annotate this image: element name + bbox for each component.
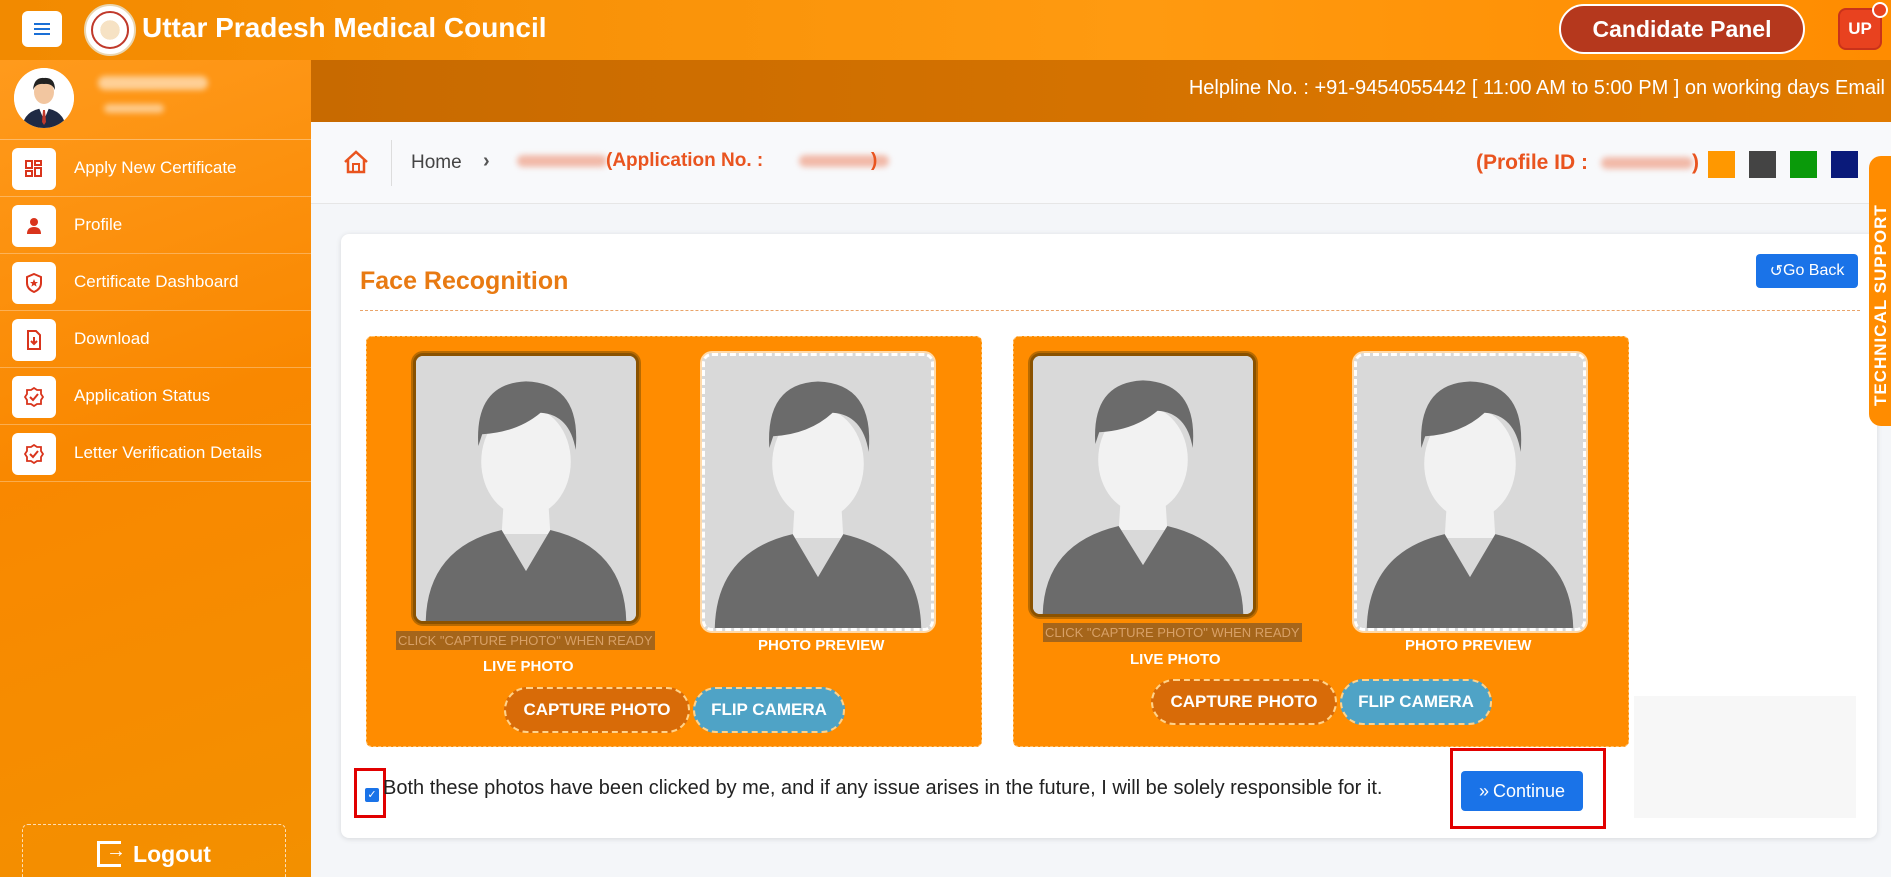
sidebar-item-apply-new-certificate[interactable]: Apply New Certificate — [0, 140, 311, 197]
theme-swatch-navy[interactable] — [1831, 151, 1858, 178]
theme-swatch-orange[interactable] — [1708, 151, 1735, 178]
council-logo — [84, 4, 136, 56]
profile-id-redacted — [1601, 157, 1693, 169]
person-silhouette-icon — [1033, 356, 1253, 614]
flip-camera-button[interactable]: FLIP CAMERA — [693, 687, 845, 733]
theme-swatch-gray[interactable] — [1749, 151, 1776, 178]
double-chevron-right-icon: » — [1478, 780, 1489, 801]
sidebar-item-profile[interactable]: Profile — [0, 197, 311, 254]
avatar — [14, 68, 74, 128]
go-back-button[interactable]: ↺ Go Back — [1756, 254, 1858, 288]
sidebar-item-label: Letter Verification Details — [74, 443, 263, 462]
preview-photo-frame — [702, 353, 934, 631]
person-silhouette-icon — [416, 356, 636, 621]
blank-area — [1634, 696, 1856, 818]
breadcrumb: Home › (Application No. : ) (Profile ID … — [311, 122, 1891, 204]
sidebar-item-certificate-dashboard[interactable]: Certificate Dashboard — [0, 254, 311, 311]
sidebar-item-label: Profile — [74, 215, 123, 234]
live-photo-label: LIVE PHOTO — [1130, 651, 1221, 668]
photo-panel-1: CLICK "CAPTURE PHOTO" WHEN READY LIVE PH… — [366, 336, 982, 747]
hamburger-menu-icon[interactable] — [22, 11, 62, 47]
breadcrumb-divider — [391, 140, 392, 186]
sidebar-item-label: Certificate Dashboard — [74, 272, 239, 291]
logout-button[interactable]: Logout — [22, 824, 286, 877]
photo-preview-label: PHOTO PREVIEW — [1405, 637, 1532, 654]
download-file-icon — [12, 319, 56, 361]
face-recognition-card: Face Recognition ↺ Go Back CLICK "CAPTUR… — [341, 234, 1877, 838]
technical-support-label: TECHNICAL SUPPORT — [1871, 204, 1890, 406]
user-role-redacted — [104, 104, 164, 113]
notification-dot — [1872, 2, 1888, 18]
profile-id-label: (Profile ID : — [1476, 151, 1589, 174]
live-photo-frame — [1030, 353, 1256, 617]
logout-label: Logout — [133, 840, 211, 867]
grid-icon — [12, 148, 56, 190]
photo-preview-label: PHOTO PREVIEW — [758, 637, 885, 654]
helpline-text: Helpline No. : +91-9454055442 [ 11:00 AM… — [1188, 77, 1885, 99]
consent-text: Both these photos have been clicked by m… — [383, 777, 1383, 799]
application-number-close: ) — [871, 150, 878, 171]
continue-button[interactable]: » Continue — [1461, 771, 1583, 811]
sidebar-item-label: Download — [74, 329, 150, 348]
live-photo-frame — [413, 353, 639, 624]
sidebar-item-label: Apply New Certificate — [74, 158, 237, 177]
shield-star-icon — [12, 262, 56, 304]
candidate-panel-button[interactable]: Candidate Panel — [1559, 4, 1805, 54]
capture-hint: CLICK "CAPTURE PHOTO" WHEN READY — [396, 631, 655, 650]
sidebar-item-download[interactable]: Download — [0, 311, 311, 368]
sidebar-user — [0, 60, 311, 140]
chevron-right-icon: › — [483, 150, 490, 172]
consent-highlight: ✓ — [354, 768, 386, 818]
theme-swatch-green[interactable] — [1790, 151, 1817, 178]
capture-hint: CLICK "CAPTURE PHOTO" WHEN READY — [1043, 623, 1302, 642]
application-number-label: (Application No. : — [606, 150, 764, 171]
person-silhouette-icon — [1357, 356, 1583, 628]
continue-label: Continue — [1492, 780, 1566, 801]
user-name-redacted — [98, 76, 208, 90]
live-photo-label: LIVE PHOTO — [483, 658, 574, 675]
sidebar: Apply New Certificate Profile Certificat… — [0, 60, 311, 877]
profile-id-close: ) — [1692, 151, 1699, 174]
sidebar-item-label: Application Status — [74, 386, 211, 405]
technical-support-tab[interactable]: TECHNICAL SUPPORT — [1869, 156, 1891, 426]
consent-checkbox[interactable]: ✓ — [365, 788, 379, 802]
photo-panel-2: CLICK "CAPTURE PHOTO" WHEN READY LIVE PH… — [1013, 336, 1629, 747]
preview-photo-frame — [1354, 353, 1586, 631]
flip-camera-button[interactable]: FLIP CAMERA — [1340, 679, 1492, 725]
home-icon[interactable] — [343, 150, 369, 181]
breadcrumb-home[interactable]: Home — [411, 152, 462, 174]
badge-check-icon — [12, 433, 56, 475]
sidebar-item-application-status[interactable]: Application Status — [0, 368, 311, 425]
helpline-bar: Helpline No. : +91-9454055442 [ 11:00 AM… — [311, 60, 1891, 122]
capture-photo-button[interactable]: CAPTURE PHOTO — [504, 687, 690, 733]
title-divider — [360, 310, 1860, 311]
top-header: Uttar Pradesh Medical Council Candidate … — [0, 0, 1891, 60]
page-title: Face Recognition — [360, 267, 569, 295]
logout-icon — [97, 840, 126, 867]
undo-icon: ↺ — [1769, 263, 1784, 280]
sidebar-item-letter-verification[interactable]: Letter Verification Details — [0, 425, 311, 482]
applicant-name-redacted — [517, 155, 607, 167]
badge-check-icon — [12, 376, 56, 418]
app-title: Uttar Pradesh Medical Council — [142, 12, 547, 43]
capture-photo-button[interactable]: CAPTURE PHOTO — [1151, 679, 1337, 725]
person-silhouette-icon — [705, 356, 931, 628]
user-icon — [12, 205, 56, 247]
go-back-label: Go Back — [1783, 262, 1845, 279]
